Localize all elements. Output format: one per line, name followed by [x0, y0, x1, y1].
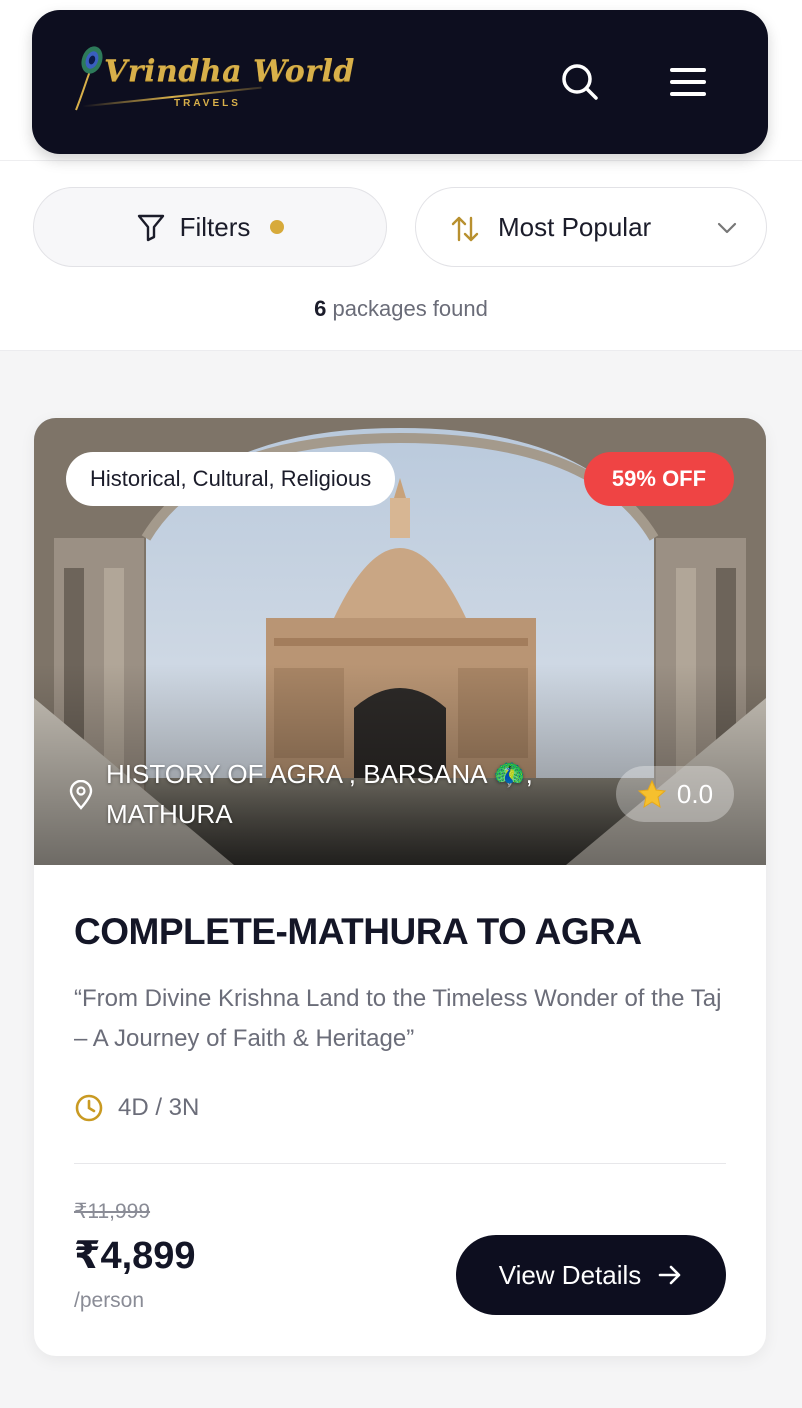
- logo-text: Vrindha World: [104, 54, 355, 89]
- sort-label: Most Popular: [498, 212, 652, 242]
- chevron-down-icon: [717, 222, 737, 234]
- search-button[interactable]: [556, 58, 604, 106]
- discount-badge: 59% OFF: [584, 452, 734, 506]
- menu-icon: [670, 68, 706, 96]
- results-count-number: 6: [314, 296, 327, 321]
- divider: [74, 1163, 726, 1164]
- filters-button[interactable]: Filters: [33, 187, 387, 267]
- location-pin-icon: [69, 780, 93, 810]
- package-title[interactable]: COMPLETE-MATHURA TO AGRA: [74, 911, 642, 953]
- location-text: HISTORY OF AGRA , BARSANA 🦚, MATHURA: [106, 759, 533, 829]
- results-count-label: packages found: [332, 296, 488, 321]
- filter-icon: [137, 214, 164, 242]
- view-details-label: View Details: [498, 1259, 642, 1290]
- sort-dropdown[interactable]: Most Popular: [415, 187, 767, 267]
- package-tagline: “From Divine Krishna Land to the Timeles…: [74, 985, 722, 1052]
- original-price: ₹11,999: [74, 1200, 151, 1223]
- package-image: Historical, Cultural, Religious 59% OFF …: [34, 418, 766, 865]
- current-price: ₹4,899: [74, 1235, 196, 1277]
- results-count: 6 packages found: [0, 296, 802, 322]
- logo-subtext: TRAVELS: [174, 98, 241, 109]
- search-icon: [562, 64, 598, 100]
- filters-active-indicator: [270, 220, 285, 234]
- menu-button[interactable]: [664, 58, 712, 106]
- duration-text: 4D / 3N: [118, 1094, 200, 1121]
- star-icon: [637, 779, 667, 809]
- rating-value: 0.0: [676, 778, 714, 809]
- category-tag: Historical, Cultural, Religious: [66, 452, 396, 506]
- view-details-button[interactable]: View Details: [456, 1235, 726, 1315]
- brand-logo[interactable]: Vrindha World TRAVELS: [70, 44, 354, 124]
- arrow-right-icon: [658, 1265, 681, 1285]
- package-duration: 4D / 3N: [74, 1093, 199, 1123]
- rating-badge: 0.0: [616, 766, 734, 822]
- filters-label: Filters: [179, 211, 251, 242]
- clock-icon: [75, 1094, 103, 1122]
- package-card[interactable]: Historical, Cultural, Religious 59% OFF …: [34, 418, 766, 1356]
- navbar: Vrindha World TRAVELS: [32, 10, 768, 154]
- sort-arrows-icon: [451, 216, 479, 242]
- price-unit: /person: [74, 1289, 145, 1312]
